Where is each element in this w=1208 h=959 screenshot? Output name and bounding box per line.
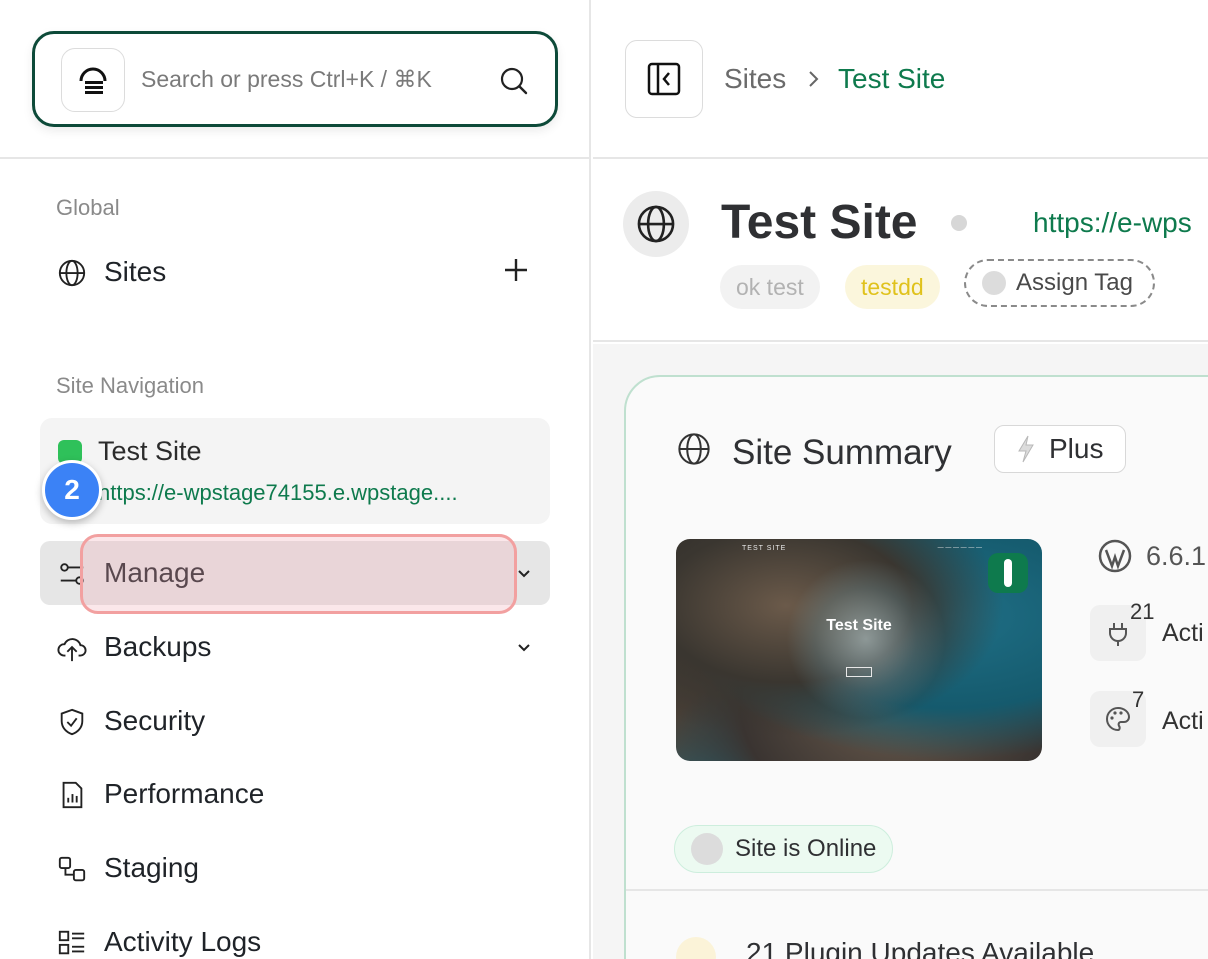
sidebar-item-security[interactable]: Security bbox=[40, 689, 550, 753]
site-status-label: Site is Online bbox=[735, 835, 877, 862]
app-root: Search or press Ctrl+K / ⌘K Global Sites… bbox=[0, 0, 1208, 959]
report-chart-icon bbox=[62, 781, 83, 809]
thumbnail-status-badge bbox=[988, 553, 1028, 593]
app-logo[interactable] bbox=[61, 48, 125, 112]
chevron-down-icon[interactable] bbox=[514, 563, 534, 583]
site-thumbnail[interactable]: TEST SITE — — — — — — Test Site bbox=[676, 539, 1042, 761]
status-dot-icon bbox=[691, 833, 723, 865]
add-site-icon[interactable] bbox=[502, 256, 530, 284]
globe-icon bbox=[58, 259, 86, 287]
summary-title: Site Summary bbox=[732, 433, 952, 472]
chevron-down-icon[interactable] bbox=[514, 637, 534, 657]
tag-badge[interactable]: testdd bbox=[845, 265, 940, 309]
sidebar-item-label: Backups bbox=[104, 631, 212, 662]
current-site-card[interactable]: Test Site https://e-wpstage74155.e.wpsta… bbox=[40, 418, 550, 524]
plugin-updates-link[interactable]: 21 Plugin Updates Available bbox=[746, 937, 1094, 959]
tag-badge[interactable]: ok test bbox=[720, 265, 820, 309]
current-site-url[interactable]: https://e-wpstage74155.e.wpstage.... bbox=[98, 480, 458, 506]
staging-icon bbox=[58, 856, 86, 882]
sidebar-divider bbox=[0, 157, 591, 159]
sidebar-item-label: Staging bbox=[104, 852, 199, 883]
wordpress-version: 6.6.1 bbox=[1146, 541, 1207, 571]
sidebar-item-label: Performance bbox=[104, 778, 265, 809]
chevron-right-icon bbox=[809, 71, 819, 87]
search-icon[interactable] bbox=[499, 66, 529, 96]
collapse-sidebar-button[interactable] bbox=[625, 40, 703, 118]
sidebar-item-staging[interactable]: Staging bbox=[40, 836, 550, 900]
click-highlight bbox=[80, 534, 517, 614]
themes-count: 7 bbox=[1132, 687, 1145, 712]
status-indicator bbox=[951, 215, 967, 231]
sidebar-item-backups[interactable]: Backups bbox=[40, 615, 550, 679]
thumbnail-nav: — — — — — — bbox=[937, 545, 982, 551]
updates-icon bbox=[676, 937, 716, 959]
plan-badge-label: Plus bbox=[1049, 433, 1104, 464]
sidebar-item-label: Activity Logs bbox=[104, 926, 262, 957]
palette-icon bbox=[1106, 706, 1131, 732]
globe-icon bbox=[637, 205, 675, 243]
plug-icon bbox=[1109, 623, 1127, 646]
site-avatar bbox=[623, 191, 689, 257]
site-summary-card: Site Summary Plus TEST SITE — — — — — — … bbox=[624, 375, 1208, 959]
sidebar-item-label: Security bbox=[104, 705, 206, 736]
sidebar: Search or press Ctrl+K / ⌘K Global Sites… bbox=[0, 0, 591, 959]
globe-icon bbox=[678, 433, 710, 465]
top-bar: Sites Test Site bbox=[593, 0, 1208, 159]
list-grid-icon bbox=[58, 930, 85, 955]
breadcrumb-sites-link[interactable]: Sites bbox=[724, 63, 786, 95]
breadcrumb-current: Test Site bbox=[838, 63, 946, 94]
plugins-count: 21 bbox=[1130, 599, 1155, 624]
site-url-link[interactable]: https://e-wps bbox=[1033, 207, 1192, 239]
plugins-label: Acti bbox=[1162, 619, 1204, 647]
sidebar-item-performance[interactable]: Performance bbox=[40, 762, 550, 826]
card-divider bbox=[626, 889, 1208, 891]
thumbnail-title: Test Site bbox=[826, 617, 892, 634]
shield-check-icon bbox=[60, 708, 84, 736]
thumbnail-button bbox=[846, 667, 872, 677]
cloud-upload-icon bbox=[57, 638, 87, 662]
tag-dot-icon bbox=[982, 271, 1006, 295]
assign-tag-label: Assign Tag bbox=[1016, 269, 1133, 296]
wordpress-icon bbox=[1098, 539, 1132, 573]
search-input[interactable]: Search or press Ctrl+K / ⌘K bbox=[141, 66, 432, 93]
site-header: Test Site https://e-wps ok test testdd A… bbox=[593, 159, 1208, 342]
site-navigation-label: Site Navigation bbox=[56, 373, 204, 398]
search-bar[interactable]: Search or press Ctrl+K / ⌘K bbox=[32, 31, 558, 127]
global-section-label: Global bbox=[56, 195, 120, 220]
thumbnail-header: TEST SITE bbox=[742, 545, 787, 552]
themes-label: Acti bbox=[1162, 707, 1204, 735]
assign-tag-button[interactable]: Assign Tag bbox=[964, 259, 1155, 307]
page-title: Test Site bbox=[721, 196, 918, 249]
plan-badge[interactable]: Plus bbox=[994, 425, 1126, 473]
thumbnail-foam bbox=[786, 559, 946, 719]
current-site-name: Test Site bbox=[98, 436, 202, 466]
sidebar-collapse-icon bbox=[647, 62, 681, 96]
site-online-status: Site is Online bbox=[674, 825, 894, 873]
sidebar-item-label: Sites bbox=[104, 256, 167, 287]
sidebar-item-activity-logs[interactable]: Activity Logs bbox=[40, 910, 550, 959]
step-badge: 2 bbox=[42, 460, 102, 520]
sidebar-item-sites[interactable]: Sites bbox=[40, 240, 550, 304]
lightning-icon bbox=[1018, 435, 1034, 463]
logo-icon bbox=[79, 67, 107, 94]
